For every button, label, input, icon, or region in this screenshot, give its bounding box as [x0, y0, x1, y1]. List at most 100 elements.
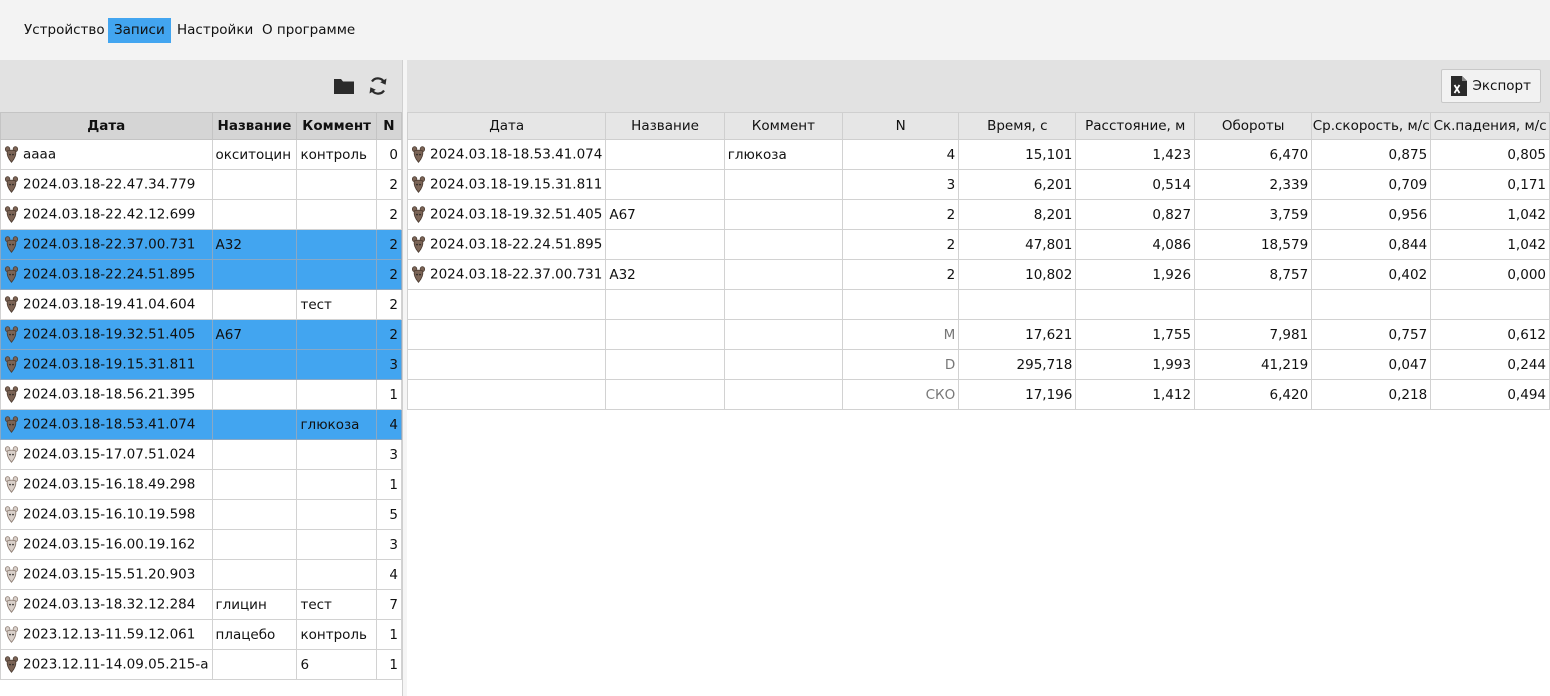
record-row[interactable]: 2024.03.18-22.42.12.699 2	[0, 199, 403, 230]
result-date-cell[interactable]: 2024.03.18-22.24.51.895	[406, 229, 607, 260]
record-comment[interactable]: 6	[296, 649, 377, 680]
result-time[interactable]: 15,101	[958, 139, 1077, 170]
record-row[interactable]: 2024.03.18-18.56.21.395 1	[0, 379, 403, 410]
record-comment[interactable]	[296, 469, 377, 500]
record-n[interactable]: 5	[375, 499, 403, 530]
result-turns[interactable]: 6,470	[1194, 139, 1313, 170]
result-name[interactable]: А32	[605, 259, 725, 290]
record-comment[interactable]	[296, 319, 377, 350]
record-name[interactable]	[211, 199, 298, 230]
record-date-cell[interactable]: 2024.03.18-19.41.04.604	[0, 289, 213, 320]
record-comment[interactable]	[296, 499, 377, 530]
record-row[interactable]: 2024.03.15-16.10.19.598 5	[0, 499, 403, 530]
record-name[interactable]: А32	[211, 229, 298, 260]
record-n[interactable]: 2	[375, 259, 403, 290]
result-row[interactable]: 2024.03.18-22.24.51.895 2 47,801 4,086 18,57…	[406, 229, 1550, 260]
result-fall-speed[interactable]: 0,171	[1430, 169, 1550, 200]
result-row[interactable]: 2024.03.18-19.15.31.811 3 6,201 0,514 2,339 0…	[406, 169, 1550, 200]
menu-records[interactable]: Записи	[108, 18, 171, 43]
record-name[interactable]	[211, 409, 298, 440]
result-fall-speed[interactable]: 1,042	[1430, 229, 1550, 260]
result-date-cell[interactable]: 2024.03.18-19.15.31.811	[406, 169, 607, 200]
record-date-cell[interactable]: 2024.03.18-18.56.21.395	[0, 379, 213, 410]
record-row[interactable]: 2024.03.15-16.00.19.162 3	[0, 529, 403, 560]
record-date-cell[interactable]: 2024.03.15-16.10.19.598	[0, 499, 213, 530]
record-n[interactable]: 2	[375, 199, 403, 230]
record-date-cell[interactable]: 2024.03.18-22.47.34.779	[0, 169, 213, 200]
record-name[interactable]	[211, 349, 298, 380]
menu-about[interactable]: О программе	[256, 18, 361, 43]
record-date-cell[interactable]: аааа	[0, 139, 213, 170]
record-n[interactable]: 0	[375, 139, 403, 170]
result-avg-speed[interactable]: 0,844	[1311, 229, 1432, 260]
menu-device[interactable]: Устройство	[18, 18, 111, 43]
result-avg-speed[interactable]: 0,709	[1311, 169, 1432, 200]
result-comment[interactable]: глюкоза	[723, 139, 844, 170]
record-row[interactable]: 2024.03.13-18.32.12.284 глицин тест 7	[0, 589, 403, 620]
record-name[interactable]	[211, 649, 298, 680]
result-row[interactable]: 2024.03.18-19.32.51.405 А67 2 8,201 0,827 3,7…	[406, 199, 1550, 230]
record-date-cell[interactable]: 2024.03.18-19.15.31.811	[0, 349, 213, 380]
result-n[interactable]: 2	[841, 259, 960, 290]
header-n[interactable]: N	[375, 112, 403, 140]
record-row[interactable]: 2024.03.18-18.53.41.074 глюкоза 4	[0, 409, 403, 440]
record-n[interactable]: 7	[375, 589, 403, 620]
result-name[interactable]	[605, 139, 725, 170]
record-comment[interactable]: тест	[296, 289, 377, 320]
record-n[interactable]: 2	[375, 289, 403, 320]
result-name[interactable]	[605, 229, 725, 260]
record-name[interactable]	[211, 289, 298, 320]
result-turns[interactable]: 3,759	[1194, 199, 1313, 230]
result-turns[interactable]: 18,579	[1194, 229, 1313, 260]
result-comment[interactable]	[723, 229, 844, 260]
record-n[interactable]: 4	[375, 409, 403, 440]
record-date-cell[interactable]: 2024.03.13-18.32.12.284	[0, 589, 213, 620]
refresh-button[interactable]	[366, 74, 390, 98]
header-date[interactable]: Дата	[406, 112, 607, 140]
record-comment[interactable]: контроль	[296, 619, 377, 650]
header-distance[interactable]: Расстояние, м	[1075, 112, 1196, 140]
result-n[interactable]: 4	[841, 139, 960, 170]
record-date-cell[interactable]: 2024.03.18-22.24.51.895	[0, 259, 213, 290]
record-date-cell[interactable]: 2024.03.15-17.07.51.024	[0, 439, 213, 470]
record-row[interactable]: 2024.03.15-17.07.51.024 3	[0, 439, 403, 470]
result-n[interactable]: 2	[841, 199, 960, 230]
result-comment[interactable]	[723, 259, 844, 290]
record-date-cell[interactable]: 2024.03.15-16.18.49.298	[0, 469, 213, 500]
result-time[interactable]: 10,802	[958, 259, 1077, 290]
record-name[interactable]	[211, 169, 298, 200]
record-date-cell[interactable]: 2024.03.18-22.37.00.731	[0, 229, 213, 260]
header-n[interactable]: N	[841, 112, 960, 140]
record-comment[interactable]: контроль	[296, 139, 377, 170]
record-comment[interactable]	[296, 169, 377, 200]
result-date-cell[interactable]: 2024.03.18-18.53.41.074	[406, 139, 607, 170]
result-distance[interactable]: 0,827	[1075, 199, 1196, 230]
record-date-cell[interactable]: 2023.12.11-14.09.05.215-a	[0, 649, 213, 680]
record-n[interactable]: 1	[375, 649, 403, 680]
result-turns[interactable]: 2,339	[1194, 169, 1313, 200]
record-n[interactable]: 4	[375, 559, 403, 590]
record-row[interactable]: 2024.03.18-19.41.04.604 тест 2	[0, 289, 403, 320]
record-name[interactable]	[211, 439, 298, 470]
record-row[interactable]: 2024.03.18-19.15.31.811 3	[0, 349, 403, 380]
record-n[interactable]: 3	[375, 439, 403, 470]
record-comment[interactable]	[296, 259, 377, 290]
record-name[interactable]	[211, 379, 298, 410]
record-name[interactable]	[211, 259, 298, 290]
header-name[interactable]: Название	[211, 112, 298, 140]
result-fall-speed[interactable]: 0,805	[1430, 139, 1550, 170]
record-n[interactable]: 2	[375, 169, 403, 200]
result-time[interactable]: 6,201	[958, 169, 1077, 200]
record-date-cell[interactable]: 2024.03.18-19.32.51.405	[0, 319, 213, 350]
record-n[interactable]: 2	[375, 229, 403, 260]
result-turns[interactable]: 8,757	[1194, 259, 1313, 290]
header-date[interactable]: Дата	[0, 112, 213, 140]
record-name[interactable]	[211, 559, 298, 590]
header-comment[interactable]: Коммент	[723, 112, 844, 140]
record-date-cell[interactable]: 2024.03.18-22.42.12.699	[0, 199, 213, 230]
record-name[interactable]	[211, 529, 298, 560]
record-row[interactable]: 2023.12.11-14.09.05.215-a 6 1	[0, 649, 403, 680]
record-date-cell[interactable]: 2024.03.15-15.51.20.903	[0, 559, 213, 590]
record-n[interactable]: 1	[375, 379, 403, 410]
record-comment[interactable]	[296, 379, 377, 410]
